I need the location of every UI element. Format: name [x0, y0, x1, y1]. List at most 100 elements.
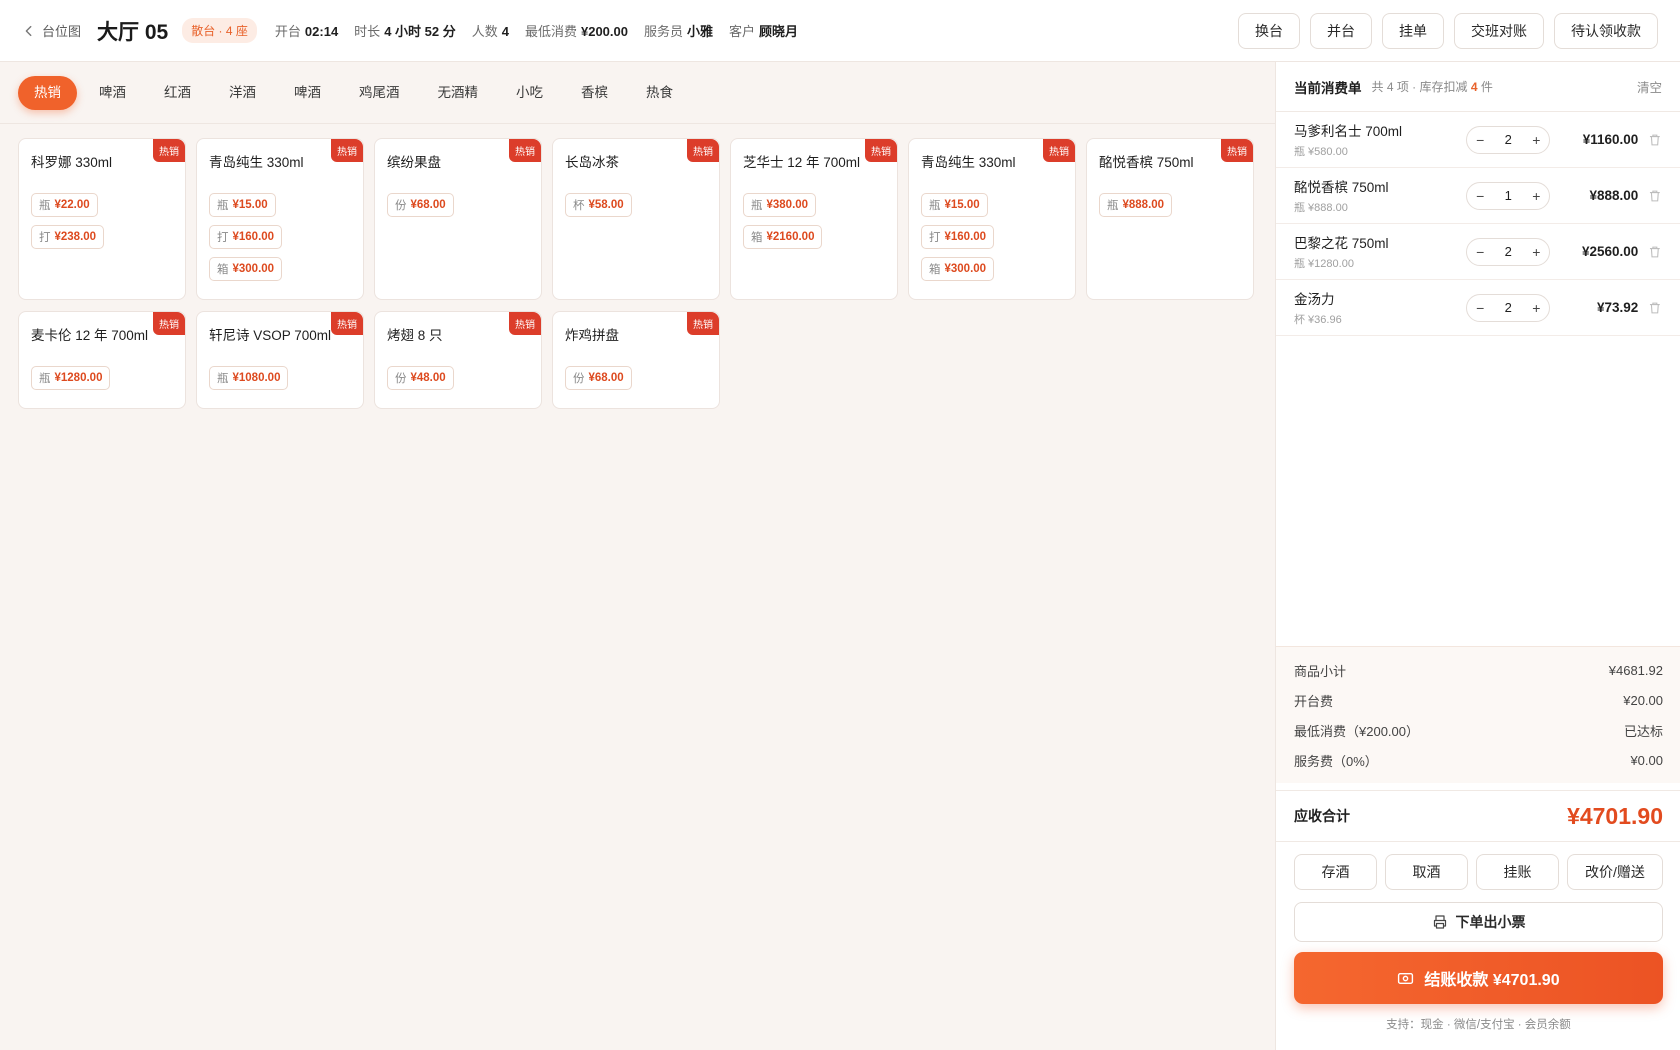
print-receipt-button[interactable]: 下单出小票 — [1294, 902, 1663, 942]
charge-to-account-button[interactable]: 挂账 — [1476, 854, 1559, 890]
order-item-total: ¥2560.00 — [1582, 244, 1639, 259]
product-card[interactable]: 热销 长岛冰茶 杯 ¥58.00 — [552, 138, 720, 300]
table-name: 大厅 05 — [97, 20, 169, 44]
trash-icon[interactable] — [1648, 245, 1662, 259]
retrieve-wine-button[interactable]: 取酒 — [1385, 854, 1468, 890]
tab-snacks[interactable]: 小吃 — [500, 76, 559, 110]
reprice-gift-button[interactable]: 改价/赠送 — [1567, 854, 1663, 890]
price-option[interactable]: 瓶 ¥1280.00 — [31, 366, 111, 390]
tab-cocktail[interactable]: 鸡尾酒 — [343, 76, 416, 110]
hot-badge: 热销 — [1043, 139, 1075, 162]
back-label: 台位图 — [42, 24, 82, 39]
price-option[interactable]: 瓶 ¥1080.00 — [209, 366, 289, 390]
product-name: 炸鸡拼盘 — [565, 328, 619, 343]
trash-icon[interactable] — [1648, 133, 1662, 147]
shift-reconcile-button[interactable]: 交班对账 — [1454, 12, 1544, 49]
product-card[interactable]: 热销 青岛纯生 330ml 瓶 ¥15.00 打 ¥160.00 箱 ¥300.00 — [908, 138, 1076, 300]
price-option[interactable]: 瓶 ¥15.00 — [921, 193, 988, 217]
product-card[interactable]: 热销 青岛纯生 330ml 瓶 ¥15.00 打 ¥160.00 箱 ¥300.00 — [196, 138, 364, 300]
clear-order-button[interactable]: 清空 — [1637, 77, 1662, 96]
hot-badge: 热销 — [687, 312, 719, 335]
hot-badge: 热销 — [331, 139, 363, 162]
product-card[interactable]: 热销 轩尼诗 VSOP 700ml 瓶 ¥1080.00 — [196, 311, 364, 409]
price-option[interactable]: 份 ¥68.00 — [387, 193, 454, 217]
order-summary: 商品小计 ¥4681.92 开台费 ¥20.00 最低消费（¥200.00） 已达标 … — [1276, 646, 1680, 783]
minus-icon[interactable]: − — [1467, 295, 1493, 321]
tab-beer[interactable]: 啤酒 — [83, 76, 142, 110]
product-card[interactable]: 热销 科罗娜 330ml 瓶 ¥22.00 打 ¥238.00 — [18, 138, 186, 300]
price-option[interactable]: 打 ¥238.00 — [31, 225, 105, 249]
price-option[interactable]: 杯 ¥58.00 — [565, 193, 632, 217]
tab-champagne[interactable]: 香槟 — [565, 76, 624, 110]
quantity-value: 1 — [1504, 188, 1512, 203]
product-card[interactable]: 热销 缤纷果盘 份 ¥68.00 — [374, 138, 542, 300]
meta-waiter: 服务员 小雅 — [643, 24, 714, 39]
trash-icon[interactable] — [1648, 301, 1662, 315]
plus-icon[interactable]: + — [1523, 183, 1549, 209]
hot-badge: 热销 — [865, 139, 897, 162]
cash-icon — [1398, 972, 1414, 984]
order-item: 酩悦香槟 750ml 瓶 ¥888.00 − 1 + ¥888.00 — [1276, 168, 1680, 224]
order-item-unit-price: 瓶 ¥888.00 — [1294, 202, 1348, 214]
product-name: 烤翅 8 只 — [387, 328, 443, 343]
product-name: 芝华士 12 年 700ml — [743, 155, 861, 170]
price-option[interactable]: 瓶 ¥22.00 — [31, 193, 98, 217]
price-option[interactable]: 瓶 ¥888.00 — [1099, 193, 1173, 217]
change-table-button[interactable]: 换台 — [1238, 12, 1300, 49]
tab-hot[interactable]: 热销 — [18, 75, 77, 110]
meta-min-spend: 最低消费 ¥200.00 — [524, 24, 628, 39]
checkout-pay-button[interactable]: 结账收款 ¥4701.90 — [1294, 952, 1663, 1004]
tab-non-alcoholic[interactable]: 无酒精 — [422, 76, 495, 110]
back-to-table-map[interactable]: 台位图 — [22, 21, 81, 40]
order-item-unit-price: 瓶 ¥580.00 — [1294, 146, 1348, 158]
price-option[interactable]: 箱 ¥300.00 — [209, 257, 283, 281]
summary-row: 商品小计 ¥4681.92 — [1294, 662, 1663, 679]
product-name: 青岛纯生 330ml — [209, 155, 304, 170]
product-card[interactable]: 热销 麦卡伦 12 年 700ml 瓶 ¥1280.00 — [18, 311, 186, 409]
summary-row: 最低消费（¥200.00） 已达标 — [1294, 723, 1663, 739]
product-card[interactable]: 热销 炸鸡拼盘 份 ¥68.00 — [552, 311, 720, 409]
order-item-unit-price: 杯 ¥36.96 — [1294, 314, 1342, 326]
tab-hot-food[interactable]: 热食 — [630, 76, 689, 110]
price-option[interactable]: 份 ¥48.00 — [387, 366, 454, 390]
price-option[interactable]: 份 ¥68.00 — [565, 366, 632, 390]
price-option[interactable]: 箱 ¥300.00 — [921, 257, 995, 281]
minus-icon[interactable]: − — [1467, 239, 1493, 265]
table-type-badge: 散台 · 4 座 — [182, 18, 257, 43]
order-item: 金汤力杯 ¥36.96 − 2 + ¥73.92 — [1276, 280, 1680, 336]
hot-badge: 热销 — [153, 139, 185, 162]
header-actions: 换台 并台 挂单 交班对账 待认领收款 — [1238, 12, 1658, 49]
hot-badge: 热销 — [687, 139, 719, 162]
grand-total: 应收合计 ¥4701.90 — [1276, 790, 1680, 842]
category-tabs: 热销 啤酒 红酒 洋酒 啤酒 鸡尾酒 无酒精 小吃 香槟 热食 — [0, 62, 1275, 124]
table-meta: 开台 02:14 时长 4 小时 52 分 人数 4 最低消费 ¥200.00 服务员小… — [275, 21, 798, 40]
tab-beer-2[interactable]: 啤酒 — [278, 76, 337, 110]
pending-payment-button[interactable]: 待认领收款 — [1554, 12, 1658, 49]
minus-icon[interactable]: − — [1467, 127, 1493, 153]
printer-icon — [1433, 915, 1446, 929]
product-card[interactable]: 热销 酩悦香槟 750ml 瓶 ¥888.00 — [1086, 138, 1254, 300]
hot-badge: 热销 — [509, 139, 541, 162]
tab-spirits[interactable]: 洋酒 — [213, 76, 272, 110]
product-name: 长岛冰茶 — [565, 155, 619, 170]
quantity-value: 2 — [1504, 132, 1512, 147]
payment-methods-note: 支持：现金 · 微信/支付宝 · 会员余额 — [1386, 1019, 1571, 1031]
store-wine-button[interactable]: 存酒 — [1294, 854, 1377, 890]
plus-icon[interactable]: + — [1523, 127, 1549, 153]
plus-icon[interactable]: + — [1523, 239, 1549, 265]
price-option[interactable]: 瓶 ¥380.00 — [743, 193, 817, 217]
product-card[interactable]: 热销 芝华士 12 年 700ml 瓶 ¥380.00 箱 ¥2160.00 — [730, 138, 898, 300]
price-option[interactable]: 打 ¥160.00 — [921, 225, 995, 249]
tab-red-wine[interactable]: 红酒 — [148, 76, 207, 110]
product-grid: 热销 科罗娜 330ml 瓶 ¥22.00 打 ¥238.00 热销 青岛纯生 33… — [18, 138, 1254, 409]
price-option[interactable]: 瓶 ¥15.00 — [209, 193, 276, 217]
hold-order-button[interactable]: 挂单 — [1382, 12, 1444, 49]
merge-table-button[interactable]: 并台 — [1310, 12, 1372, 49]
trash-icon[interactable] — [1648, 189, 1662, 203]
plus-icon[interactable]: + — [1523, 295, 1549, 321]
minus-icon[interactable]: − — [1467, 183, 1493, 209]
product-card[interactable]: 热销 烤翅 8 只 份 ¥48.00 — [374, 311, 542, 409]
price-option[interactable]: 箱 ¥2160.00 — [743, 225, 823, 249]
price-option[interactable]: 打 ¥160.00 — [209, 225, 283, 249]
order-item-name: 酩悦香槟 750ml — [1294, 180, 1389, 195]
